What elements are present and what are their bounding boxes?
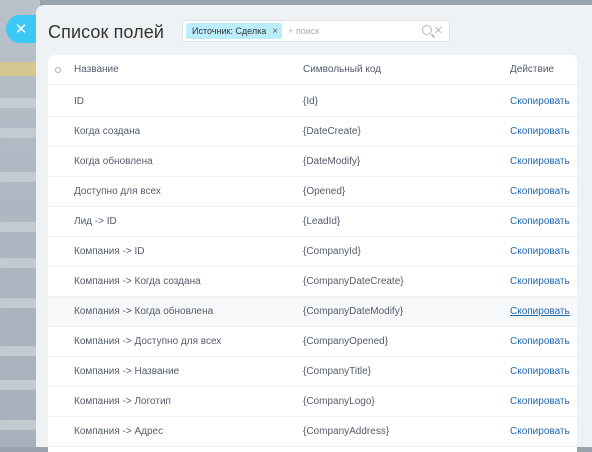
table-row: Компания -> ID {CompanyId} Скопировать [48,237,577,267]
table-row: Компания -> Название {CompanyTitle} Скоп… [48,357,577,387]
field-code: {CompanyTitle} [303,366,371,377]
filter-chip-label: Источник: Сделка [192,26,267,36]
field-name: Компания -> Логотип [74,396,171,407]
close-icon: ✕ [14,20,28,38]
search-icon[interactable] [422,25,432,35]
field-code: {CompanyId} [303,246,361,257]
copy-link[interactable]: Скопировать [510,297,570,327]
background-item [0,346,36,356]
field-code: {CompanyAddress} [303,426,390,437]
panel-header: Список полей Источник: Сделка × + поиск … [48,17,592,47]
field-name: Когда обновлена [74,156,153,167]
copy-link[interactable]: Скопировать [510,387,570,417]
field-name: Компания -> Когда создана [74,276,201,287]
field-code: {Opened} [303,186,346,197]
copy-link[interactable]: Скопировать [510,87,570,117]
copy-link[interactable]: Скопировать [510,357,570,387]
column-header-action: Действие [510,64,554,75]
copy-link[interactable]: Скопировать [510,177,570,207]
clear-icon[interactable]: ✕ [434,24,443,38]
copy-link[interactable]: Скопировать [510,147,570,177]
field-name: Компания -> Название [74,366,180,377]
background-item [0,258,36,268]
table-row: Когда создана {DateCreate} Скопировать [48,117,577,147]
page-title: Список полей [48,21,165,42]
background-item [0,222,36,232]
grid-header-row: Название Символьный код Действие [48,55,577,85]
chip-remove-icon[interactable]: × [272,26,278,37]
field-code: {CompanyDateCreate} [303,276,404,287]
background-page [0,0,40,447]
field-name: Компания -> ID [74,246,145,257]
copy-link[interactable]: Скопировать [510,327,570,357]
field-code: {DateModify} [303,156,361,167]
field-code: {CompanyLogo} [303,396,375,407]
field-name: Когда создана [74,126,141,137]
copy-link[interactable]: Скопировать [510,117,570,147]
close-slider-button[interactable]: ✕ [6,15,36,43]
background-banner [0,62,40,76]
field-name: Компания -> Доступно для всех [74,336,222,347]
field-name: Лид -> ID [74,216,117,227]
fields-list-panel: Список полей Источник: Сделка × + поиск … [36,5,592,452]
field-code: {CompanyDateModify} [303,306,404,317]
copy-link[interactable]: Скопировать [510,207,570,237]
table-row: Доступно для всех {Opened} Скопировать [48,177,577,207]
copy-link[interactable]: Скопировать [510,267,570,297]
field-name: Доступно для всех [74,186,161,197]
field-code: {LeadId} [303,216,341,227]
table-row: Компания -> Когда обновлена {CompanyDate… [48,297,577,327]
column-header-name[interactable]: Название [74,55,119,85]
background-item [0,172,36,182]
table-row: Лид -> ID {LeadId} Скопировать [48,207,577,237]
settings-gear-icon[interactable] [54,66,62,74]
field-code: {DateCreate} [303,126,361,137]
background-item [0,298,36,308]
field-code: {CompanyOpened} [303,336,389,347]
column-header-code[interactable]: Символьный код [303,55,381,85]
search-input[interactable]: + поиск [288,26,319,36]
background-item [0,128,36,138]
table-row: Когда обновлена {DateModify} Скопировать [48,147,577,177]
field-code: {Id} [303,96,319,107]
table-row: Компания -> Доступно для всех {CompanyOp… [48,327,577,357]
background-item [0,98,36,108]
field-name: ID [74,96,84,107]
field-name: Компания -> Адрес [74,426,164,437]
fields-grid: Название Символьный код Действие ID {Id}… [48,55,577,452]
filter-search-box[interactable]: Источник: Сделка × + поиск ✕ [182,20,450,42]
background-item [0,380,36,390]
table-row: Компания -> Адрес {CompanyAddress} Скопи… [48,417,577,447]
table-row: ID {Id} Скопировать [48,87,577,117]
background-item [0,420,36,430]
copy-link[interactable]: Скопировать [510,417,570,447]
field-name: Компания -> Когда обновлена [74,306,214,317]
table-row: Компания -> Логотип {CompanyLogo} Скопир… [48,387,577,417]
copy-link[interactable]: Скопировать [510,237,570,267]
table-row: Компания -> Когда создана {CompanyDateCr… [48,267,577,297]
filter-chip-source[interactable]: Источник: Сделка × [186,23,283,39]
